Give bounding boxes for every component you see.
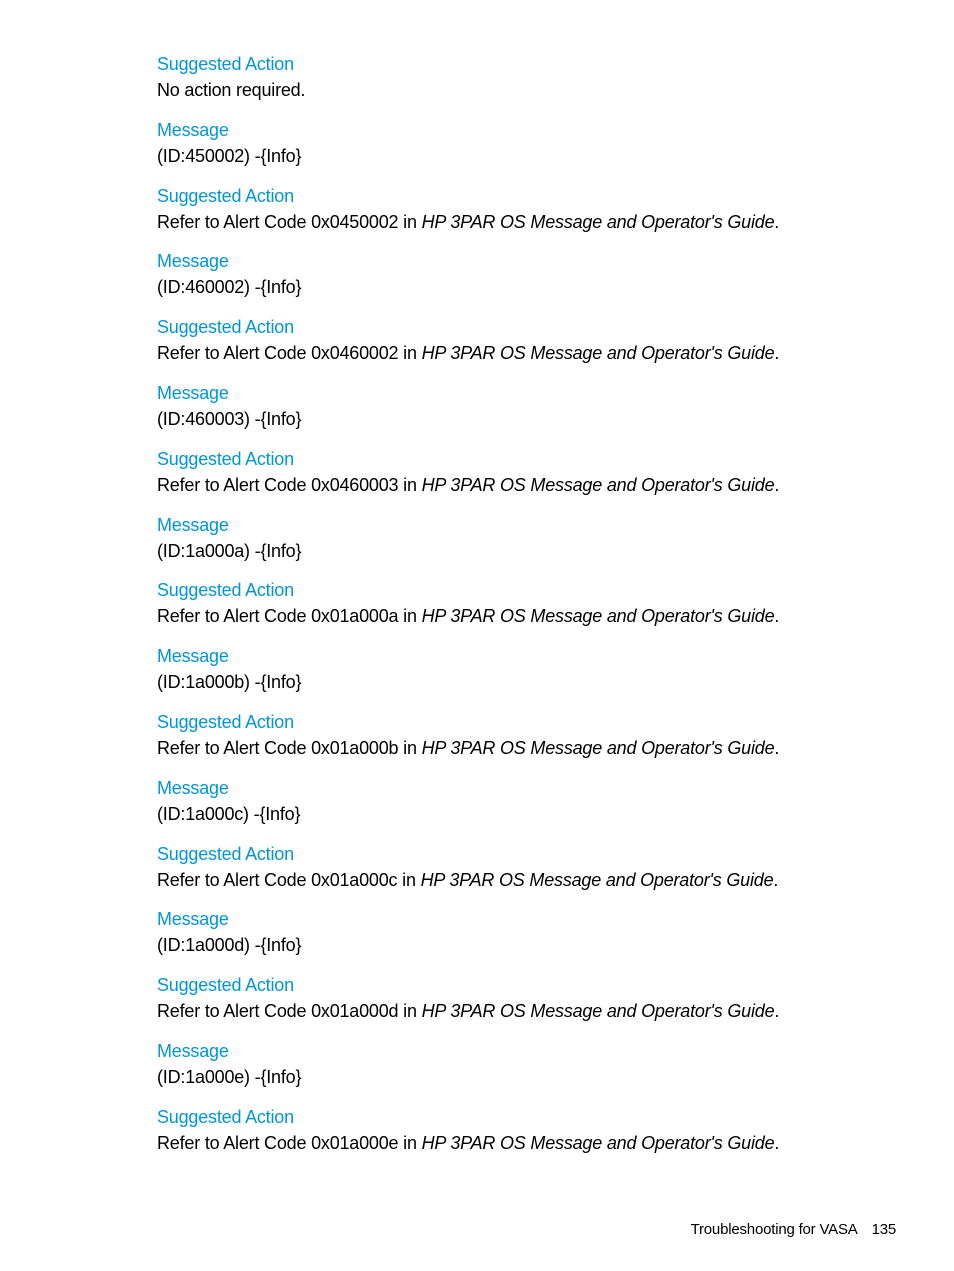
reference-text: Refer to Alert Code 0x01a000c in xyxy=(157,869,421,890)
alert-code-reference: Refer to Alert Code 0x01a000c in HP 3PAR… xyxy=(157,866,857,894)
reference-suffix: . xyxy=(774,737,780,758)
message-entry: Message (ID:1a000b) -{Info} xyxy=(157,644,857,696)
suggested-action-heading: Suggested Action xyxy=(157,580,294,601)
alert-code-reference: Refer to Alert Code 0x0460002 in HP 3PAR… xyxy=(157,339,857,367)
reference-suffix: . xyxy=(774,1001,780,1022)
message-heading: Message xyxy=(157,646,229,667)
alert-code-reference: Refer to Alert Code 0x0460003 in HP 3PAR… xyxy=(157,471,857,499)
suggested-action-entry: Suggested Action Refer to Alert Code 0x01… xyxy=(157,842,857,894)
page-footer: Troubleshooting for VASA 135 xyxy=(0,1221,897,1238)
reference-suffix: . xyxy=(774,606,780,627)
message-heading: Message xyxy=(157,119,229,140)
message-heading: Message xyxy=(157,251,229,272)
guide-title: HP 3PAR OS Message and Operator's Guide xyxy=(421,1001,775,1022)
suggested-action-heading: Suggested Action xyxy=(157,317,294,338)
suggested-action-entry: Suggested Action Refer to Alert Code 0x01… xyxy=(157,1105,857,1157)
reference-suffix: . xyxy=(773,869,779,890)
suggested-action-entry: Suggested Action Refer to Alert Code 0x01… xyxy=(157,973,857,1025)
suggested-action-heading: Suggested Action xyxy=(157,448,294,469)
guide-title: HP 3PAR OS Message and Operator's Guide xyxy=(421,211,775,232)
message-heading: Message xyxy=(157,514,229,535)
action-text: No action required. xyxy=(157,80,306,100)
message-text: (ID:450002) -{Info} xyxy=(157,145,302,166)
message-text: (ID:1a000e) -{Info} xyxy=(157,1066,302,1087)
message-text: (ID:1a000c) -{Info} xyxy=(157,803,301,824)
message-entry: Message (ID:1a000d) -{Info} xyxy=(157,907,857,959)
alert-code-reference: Refer to Alert Code 0x01a000a in HP 3PAR… xyxy=(157,602,857,630)
suggested-action-heading: Suggested Action xyxy=(157,711,294,732)
message-heading: Message xyxy=(157,777,229,798)
footer-section-title: Troubleshooting for VASA xyxy=(690,1221,858,1238)
message-entry: Message (ID:1a000c) -{Info} xyxy=(157,776,857,828)
guide-title: HP 3PAR OS Message and Operator's Guide xyxy=(421,737,775,758)
guide-title: HP 3PAR OS Message and Operator's Guide xyxy=(421,1132,775,1153)
suggested-action-heading: Suggested Action xyxy=(157,54,294,74)
suggested-action-entry: Suggested Action Refer to Alert Code 0x04… xyxy=(157,315,857,367)
reference-suffix: . xyxy=(774,343,780,364)
message-heading: Message xyxy=(157,909,229,930)
guide-title: HP 3PAR OS Message and Operator's Guide xyxy=(420,869,774,890)
message-entry: Message (ID:1a000e) -{Info} xyxy=(157,1039,857,1091)
suggested-action-heading: Suggested Action xyxy=(157,1106,294,1127)
reference-text: Refer to Alert Code 0x01a000e in xyxy=(157,1132,422,1153)
suggested-action-entry: Suggested Action Refer to Alert Code 0x04… xyxy=(157,184,857,236)
alert-code-reference: Refer to Alert Code 0x01a000b in HP 3PAR… xyxy=(157,734,857,762)
message-text: (ID:1a000d) -{Info} xyxy=(157,935,302,956)
reference-text: Refer to Alert Code 0x0460002 in xyxy=(157,343,422,364)
message-entry: Message (ID:450002) -{Info} xyxy=(157,118,857,170)
message-text: (ID:1a000a) -{Info} xyxy=(157,540,302,561)
guide-title: HP 3PAR OS Message and Operator's Guide xyxy=(421,606,775,627)
reference-text: Refer to Alert Code 0x0450002 in xyxy=(157,211,422,232)
alert-code-reference: Refer to Alert Code 0x0450002 in HP 3PAR… xyxy=(157,208,857,236)
alert-code-reference: Refer to Alert Code 0x01a000e in HP 3PAR… xyxy=(157,1129,857,1157)
suggested-action-entry: Suggested Action Refer to Alert Code 0x04… xyxy=(157,447,857,499)
suggested-action-heading: Suggested Action xyxy=(157,975,294,996)
reference-text: Refer to Alert Code 0x01a000b in xyxy=(157,737,422,758)
message-text: (ID:460003) -{Info} xyxy=(157,408,302,429)
message-text: (ID:1a000b) -{Info} xyxy=(157,672,302,693)
message-heading: Message xyxy=(157,382,229,403)
message-entry: Message (ID:1a000a) -{Info} xyxy=(157,513,857,565)
document-body: Suggested Action No action required. Messa… xyxy=(157,52,857,1171)
guide-title: HP 3PAR OS Message and Operator's Guide xyxy=(421,343,775,364)
message-heading: Message xyxy=(157,1040,229,1061)
reference-suffix: . xyxy=(774,474,780,495)
alert-code-reference: Refer to Alert Code 0x01a000d in HP 3PAR… xyxy=(157,997,857,1025)
reference-text: Refer to Alert Code 0x0460003 in xyxy=(157,474,422,495)
message-entry: Message (ID:460003) -{Info} xyxy=(157,381,857,433)
reference-suffix: . xyxy=(774,1132,780,1153)
page-number: 135 xyxy=(871,1221,897,1238)
suggested-action-entry: Suggested Action Refer to Alert Code 0x01… xyxy=(157,710,857,762)
message-text: (ID:460002) -{Info} xyxy=(157,277,302,298)
message-entry: Message (ID:460002) -{Info} xyxy=(157,249,857,301)
suggested-action-entry: Suggested Action Refer to Alert Code 0x01… xyxy=(157,578,857,630)
suggested-action-entry: Suggested Action No action required. xyxy=(157,52,857,104)
reference-suffix: . xyxy=(774,211,780,232)
suggested-action-heading: Suggested Action xyxy=(157,185,294,206)
reference-text: Refer to Alert Code 0x01a000a in xyxy=(157,606,422,627)
reference-text: Refer to Alert Code 0x01a000d in xyxy=(157,1001,422,1022)
guide-title: HP 3PAR OS Message and Operator's Guide xyxy=(421,474,775,495)
suggested-action-heading: Suggested Action xyxy=(157,843,294,864)
